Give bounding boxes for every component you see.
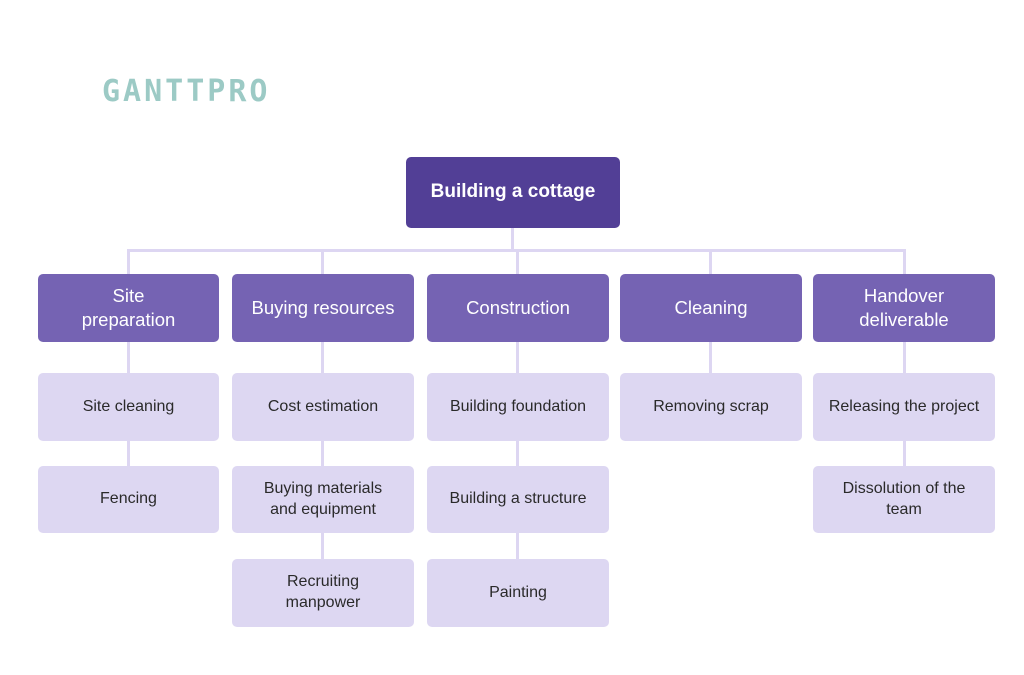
task-painting[interactable]: Painting bbox=[427, 559, 609, 627]
task-buying-materials[interactable]: Buying materials and equipment bbox=[232, 466, 414, 533]
category-site-preparation[interactable]: Site preparation bbox=[38, 274, 219, 342]
connector-col-1-top bbox=[321, 249, 324, 274]
task-building-foundation[interactable]: Building foundation bbox=[427, 373, 609, 441]
category-buying-resources[interactable]: Buying resources bbox=[232, 274, 414, 342]
connector-col-2-top bbox=[516, 249, 519, 274]
category-construction[interactable]: Construction bbox=[427, 274, 609, 342]
root-node[interactable]: Building a cottage bbox=[406, 157, 620, 228]
connector-col-3-top bbox=[709, 249, 712, 274]
task-removing-scrap[interactable]: Removing scrap bbox=[620, 373, 802, 441]
task-cost-estimation[interactable]: Cost estimation bbox=[232, 373, 414, 441]
task-building-structure[interactable]: Building a structure bbox=[427, 466, 609, 533]
task-releasing-project[interactable]: Releasing the project bbox=[813, 373, 995, 441]
connector-col-3-down bbox=[709, 342, 712, 373]
ganttpro-logo: GANTTPRO bbox=[102, 74, 271, 109]
connector-col-4-top bbox=[903, 249, 906, 274]
task-site-cleaning[interactable]: Site cleaning bbox=[38, 373, 219, 441]
category-handover-deliverable[interactable]: Handover deliverable bbox=[813, 274, 995, 342]
task-recruiting-manpower[interactable]: Recruiting manpower bbox=[232, 559, 414, 627]
connector-col-0-top bbox=[127, 249, 130, 274]
task-dissolution-team[interactable]: Dissolution of the team bbox=[813, 466, 995, 533]
task-fencing[interactable]: Fencing bbox=[38, 466, 219, 533]
category-cleaning[interactable]: Cleaning bbox=[620, 274, 802, 342]
